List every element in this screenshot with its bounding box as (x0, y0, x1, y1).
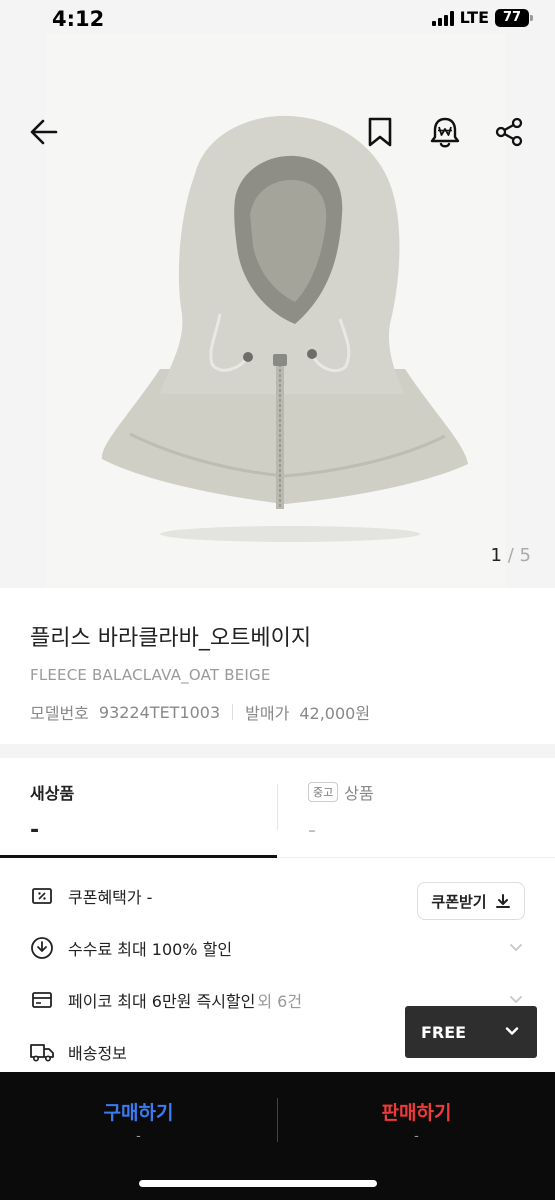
home-indicator[interactable] (139, 1180, 377, 1187)
fee-discount-label: 수수료 최대 100% 할인 (68, 940, 233, 959)
meta-divider (232, 704, 234, 720)
signal-icon (431, 10, 454, 26)
share-button[interactable] (489, 112, 529, 152)
tab-used-product[interactable]: 중고 상품 - (278, 758, 555, 858)
fee-discount-row[interactable]: 수수료 최대 100% 할인 (0, 922, 555, 974)
used-badge: 중고 (308, 782, 339, 802)
size-dropdown-value: FREE (421, 1022, 467, 1042)
gallery-pager: 1 / 5 (491, 545, 531, 566)
tab-new-product[interactable]: 새상품 - (0, 758, 277, 858)
get-coupon-label: 쿠폰받기 (431, 892, 487, 911)
sell-button[interactable]: 판매하기 - (278, 1072, 555, 1152)
get-coupon-button[interactable]: 쿠폰받기 (417, 882, 525, 920)
release-price-label: 발매가 (245, 704, 290, 723)
tab-used-label-group: 중고 상품 (308, 780, 555, 804)
tab-new-price: - (30, 818, 40, 843)
pager-separator: / (507, 545, 514, 566)
model-number-value: 93224TET1003 (98, 702, 221, 722)
model-number-label: 모델번호 (30, 704, 89, 723)
sell-price: - (414, 1129, 419, 1144)
coupon-row: 쿠폰혜택가 - 쿠폰받기 (0, 870, 555, 922)
product-image[interactable] (90, 114, 480, 544)
coupon-label: 쿠폰혜택가 - (68, 888, 153, 907)
arrow-left-icon (30, 119, 58, 145)
shipping-info-label: 배송정보 (68, 1044, 127, 1063)
pager-total: 5 (519, 545, 531, 566)
status-time: 4:12 (52, 7, 105, 31)
condition-tabs: 새상품 - 중고 상품 - (0, 758, 555, 858)
buy-label: 구매하기 (103, 1102, 174, 1124)
product-name-en: FLEECE BALACLAVA_OAT BEIGE (30, 666, 271, 684)
product-name-ko: 플리스 바라클라바_오트베이지 (30, 626, 312, 651)
status-indicators: LTE 77 (431, 8, 533, 27)
tab-new-label: 새상품 (30, 784, 75, 803)
section-divider (0, 744, 555, 758)
truck-icon (30, 1040, 54, 1064)
buy-price: - (136, 1129, 141, 1144)
price-alert-button[interactable] (425, 112, 465, 152)
payco-discount-more: 외 6건 (257, 992, 303, 1011)
pager-current: 1 (490, 545, 502, 566)
share-icon (495, 117, 523, 147)
tab-used-price: - (308, 818, 316, 843)
payco-discount-label: 페이코 최대 6만원 즉시할인 (68, 992, 256, 1011)
price-alert-bell-icon (430, 117, 460, 148)
release-price-value: 42,000원 (299, 704, 371, 723)
bookmark-icon (368, 117, 392, 147)
chevron-down-icon (505, 1027, 519, 1035)
bookmark-button[interactable] (360, 112, 400, 152)
card-icon (30, 988, 54, 1012)
tab-used-label: 상품 (344, 784, 374, 803)
product-meta: 모델번호 93224TET1003 발매가 42,000원 (30, 700, 525, 724)
back-button[interactable] (24, 112, 64, 152)
product-info: 플리스 바라클라바_오트베이지 FLEECE BALACLAVA_OAT BEI… (0, 588, 555, 744)
sell-label: 판매하기 (381, 1102, 452, 1124)
network-label: LTE (459, 8, 489, 27)
battery-icon: 77 (495, 8, 533, 27)
fee-discount-icon (30, 936, 54, 960)
buy-button[interactable]: 구매하기 - (0, 1072, 277, 1152)
product-detail-page: 1 / 5 4:12 LTE 77 플리스 바라클라바_오트베이지 FLEECE… (0, 0, 555, 1200)
size-dropdown[interactable]: FREE (405, 1006, 537, 1058)
top-navigation (0, 112, 555, 156)
chevron-down-icon (510, 944, 522, 951)
product-gallery[interactable]: 1 / 5 (0, 34, 555, 588)
download-icon (495, 894, 510, 908)
status-bar: 4:12 LTE 77 (0, 0, 555, 34)
coupon-icon (30, 884, 54, 908)
